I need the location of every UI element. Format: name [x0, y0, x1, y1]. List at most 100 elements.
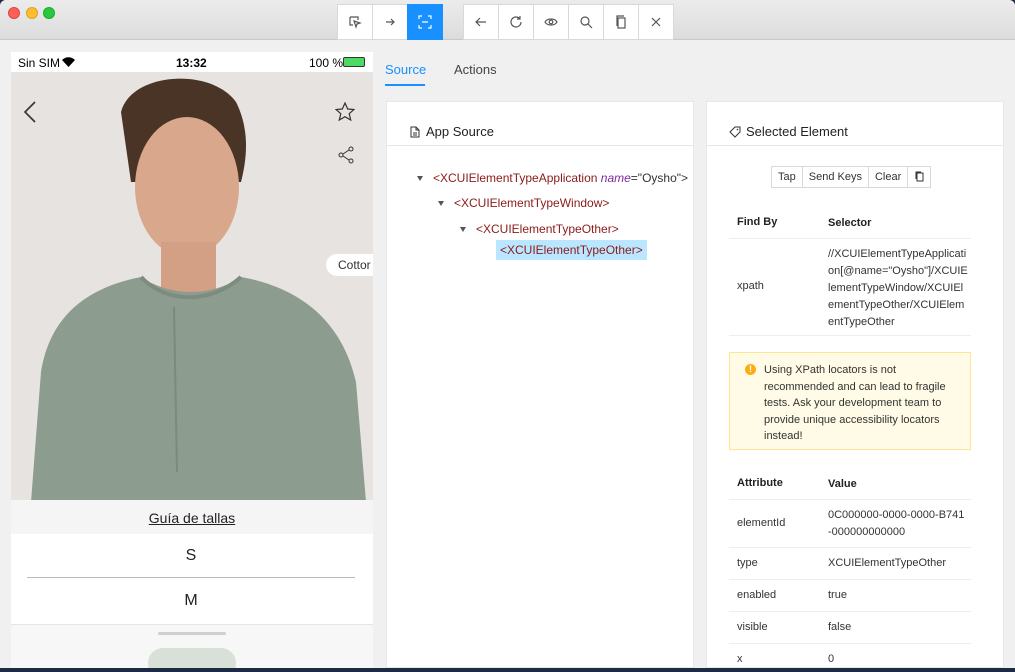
find-by-table-header: Find By Selector — [729, 206, 971, 239]
device-screenshot[interactable]: Sin SIM 13:32 100 % Cottor Guía de talla… — [11, 52, 373, 668]
app-source-panel: App Source <XCUIElementTypeApplication n… — [386, 101, 694, 668]
back-icon — [475, 17, 486, 27]
size-guide-link[interactable]: Guía de tallas — [11, 500, 373, 534]
attribute-value: 0C000000-0000-0000-B741-000000000000 — [828, 509, 965, 538]
value-header: Value — [828, 478, 857, 490]
product-photo: Cottor — [11, 72, 373, 500]
table-row: visible false — [729, 612, 971, 644]
find-by-row: xpath //XCUIElementTypeApplication[@name… — [729, 239, 971, 336]
close-icon — [651, 17, 661, 27]
caret-down-icon[interactable] — [417, 176, 423, 182]
size-option-s[interactable]: S — [27, 534, 355, 578]
tree-node-other[interactable]: <XCUIElementTypeOther> — [460, 222, 619, 236]
table-row: x 0 — [729, 644, 971, 668]
star-icon — [334, 101, 356, 122]
clock-label: 13:32 — [176, 56, 207, 70]
selected-node-tag: <XCUIElementTypeOther> — [496, 240, 647, 260]
node-tag: <XCUIElementTypeWindow> — [454, 196, 610, 210]
xpath-warning: ! Using XPath locators is not recommende… — [729, 352, 971, 450]
swipe-button[interactable] — [372, 4, 408, 40]
attribute-value: true — [828, 589, 847, 601]
selected-element-header: Selected Element — [707, 102, 1003, 146]
attribute-table-header: Attribute Value — [729, 467, 971, 500]
copy-xml-button[interactable] — [603, 4, 639, 40]
zoom-window-button[interactable] — [43, 7, 55, 19]
find-by-value: xpath — [737, 280, 764, 292]
find-by-header: Find By — [737, 216, 778, 228]
tap-by-coordinates-icon — [418, 15, 432, 29]
chevron-left-icon — [23, 101, 36, 123]
tap-by-coordinates-button[interactable] — [407, 4, 443, 40]
attribute-name: x — [737, 653, 743, 665]
share-icon — [338, 146, 354, 164]
back-arrow-button[interactable] — [23, 100, 37, 127]
favorite-button[interactable] — [334, 101, 356, 125]
eye-icon — [544, 18, 558, 26]
copy-icon — [616, 15, 626, 29]
select-element-icon — [349, 16, 362, 29]
node-tag: <XCUIElementTypeOther> — [476, 222, 619, 236]
app-source-header: App Source — [387, 102, 693, 146]
tree-node-application[interactable]: <XCUIElementTypeApplication name="Oysho"… — [417, 171, 688, 185]
close-window-button[interactable] — [8, 7, 20, 19]
node-attr-name: name — [600, 171, 631, 185]
tree-node-window[interactable]: <XCUIElementTypeWindow> — [438, 196, 609, 210]
selected-element-title: Selected Element — [746, 124, 848, 139]
quit-session-button[interactable] — [638, 4, 674, 40]
back-button[interactable] — [463, 4, 499, 40]
attribute-name: elementId — [737, 517, 786, 529]
title-bar — [0, 0, 1015, 40]
attribute-value: false — [828, 621, 852, 633]
clear-button[interactable]: Clear — [867, 166, 909, 188]
swipe-icon — [386, 18, 395, 26]
file-icon — [410, 126, 420, 137]
node-attr-value: ="Oysho"> — [630, 171, 689, 185]
warning-icon: ! — [745, 364, 756, 375]
status-bar: Sin SIM 13:32 100 % — [11, 52, 373, 72]
warning-text: Using XPath locators is not recommended … — [764, 364, 946, 442]
send-keys-button[interactable]: Send Keys — [801, 166, 869, 188]
refresh-icon — [510, 16, 522, 28]
table-row: type XCUIElementTypeOther — [729, 548, 971, 580]
inspector-window: Sin SIM 13:32 100 % Cottor Guía de talla… — [0, 0, 1015, 668]
nav-pill[interactable] — [148, 648, 236, 668]
sheet-handle[interactable] — [158, 632, 226, 635]
table-row: enabled true — [729, 580, 971, 612]
attribute-header: Attribute — [737, 477, 783, 489]
select-element-button[interactable] — [337, 4, 373, 40]
show-element-button[interactable] — [533, 4, 569, 40]
search-button[interactable] — [568, 4, 604, 40]
selector-header: Selector — [828, 217, 872, 229]
mode-toolbar — [337, 4, 443, 40]
copy-attributes-button[interactable] — [907, 166, 932, 188]
tree-node-selected[interactable]: <XCUIElementTypeOther> — [496, 240, 647, 260]
tab-actions[interactable]: Actions — [454, 62, 497, 77]
node-tag: <XCUIElementTypeApplication — [433, 171, 598, 185]
search-icon — [580, 16, 593, 29]
attribute-name: enabled — [737, 589, 777, 601]
share-button[interactable] — [337, 146, 355, 167]
minimize-window-button[interactable] — [26, 7, 38, 19]
tab-source[interactable]: Source — [385, 62, 426, 77]
size-option-m[interactable]: M — [27, 579, 355, 623]
element-actions: Tap Send Keys Clear — [771, 166, 932, 188]
attribute-value: 0 — [828, 653, 835, 665]
active-tab-indicator — [385, 84, 425, 86]
refresh-button[interactable] — [498, 4, 534, 40]
selected-element-panel: Selected Element Tap Send Keys Clear Fin… — [706, 101, 1004, 668]
selector-value[interactable]: //XCUIElementTypeApplication[@name="Oysh… — [828, 246, 968, 331]
model-image — [11, 72, 373, 500]
attribute-name: visible — [737, 621, 768, 633]
tag-icon — [729, 126, 741, 138]
battery-label: 100 % — [309, 56, 344, 70]
composition-chip[interactable]: Cottor — [326, 254, 373, 276]
table-row: elementId 0C000000-0000-0000-B741-000000… — [729, 500, 971, 548]
tap-button[interactable]: Tap — [771, 166, 803, 188]
carrier-label: Sin SIM — [18, 56, 61, 70]
caret-down-icon[interactable] — [460, 227, 466, 233]
battery-icon — [343, 57, 365, 67]
attribute-name: type — [737, 557, 758, 569]
action-toolbar — [463, 4, 674, 40]
caret-down-icon[interactable] — [438, 201, 444, 207]
wifi-icon — [62, 57, 75, 67]
